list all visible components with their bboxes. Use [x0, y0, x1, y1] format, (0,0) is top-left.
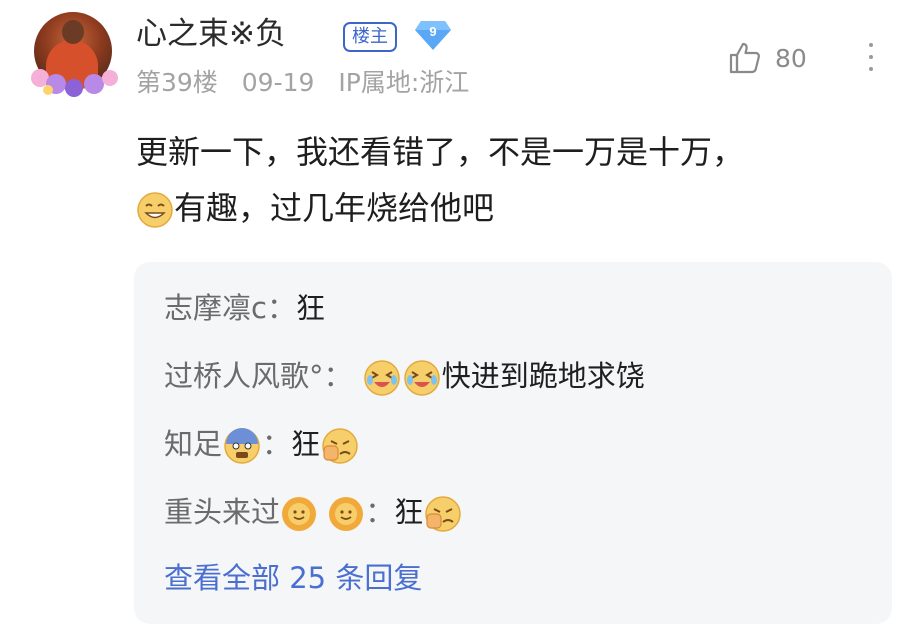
content-line-2: 有趣，过几年烧给他吧 [136, 180, 876, 236]
thumbs-up-icon [729, 42, 760, 74]
grin-emoji-icon [137, 192, 173, 228]
fist-emoji-icon [322, 428, 358, 464]
sun-emoji-icon [329, 497, 364, 531]
laughing-tears-emoji-icon [404, 360, 440, 396]
avatar-decoration-icon [31, 69, 118, 97]
reply-author[interactable]: 过桥人风歌° [164, 359, 324, 393]
op-badge: 楼主 [343, 22, 397, 52]
reply-text: 狂 [295, 291, 325, 325]
post-meta: 第39楼 09-19 IP属地:浙江 [136, 66, 485, 100]
level-number: 9 [429, 24, 436, 39]
scared-emoji-icon [224, 428, 260, 464]
reply-separator: ： [365, 495, 395, 529]
content-line-2-text: 有趣，过几年烧给他吧 [174, 189, 495, 227]
reply-separator: ： [266, 291, 296, 325]
reply-item[interactable]: 知足 ：狂 [164, 424, 360, 466]
reply-text: 狂 [394, 495, 424, 529]
like-count: 80 [775, 44, 807, 73]
username[interactable]: 心之束※负 [136, 14, 286, 54]
reply-separator: ： [262, 427, 292, 461]
reply-text: 快进到跪地求饶 [441, 359, 645, 393]
reply-text: 狂 [291, 427, 321, 461]
reply-box: 志摩凛c：狂 过桥人风歌°： 快进到跪地求饶 知足 ：狂 重头来过 ：狂 查看全… [134, 262, 892, 624]
ip-location: IP属地:浙江 [338, 68, 470, 97]
fist-emoji-icon [425, 496, 462, 532]
reply-author[interactable]: 知足 [164, 427, 222, 461]
reply-item[interactable]: 重头来过 ：狂 [164, 492, 463, 534]
post-content: 更新一下，我还看错了，不是一万是十万， 有趣，过几年烧给他吧 [136, 124, 876, 236]
reply-item[interactable]: 志摩凛c：狂 [164, 288, 325, 328]
view-all-replies-link[interactable]: 查看全部 25 条回复 [164, 558, 422, 598]
content-line-1: 更新一下，我还看错了，不是一万是十万， [136, 133, 745, 171]
reply-author[interactable]: 志摩凛c [164, 291, 267, 325]
reply-item[interactable]: 过桥人风歌°： 快进到跪地求饶 [164, 356, 645, 398]
level-gem-icon: 9 [415, 21, 451, 50]
comment-post: 心之束※负 楼主 9 第39楼 09-19 IP属地:浙江 80 更新一下，我还… [0, 0, 909, 625]
more-vertical-icon[interactable] [864, 38, 878, 78]
laughing-tears-emoji-icon [364, 360, 400, 396]
reply-author[interactable]: 重头来过 [164, 495, 280, 529]
post-date: 09-19 [241, 68, 315, 97]
floor-number: 第39楼 [136, 68, 218, 97]
sun-emoji-icon [282, 497, 317, 531]
reply-separator: ： [323, 359, 353, 393]
